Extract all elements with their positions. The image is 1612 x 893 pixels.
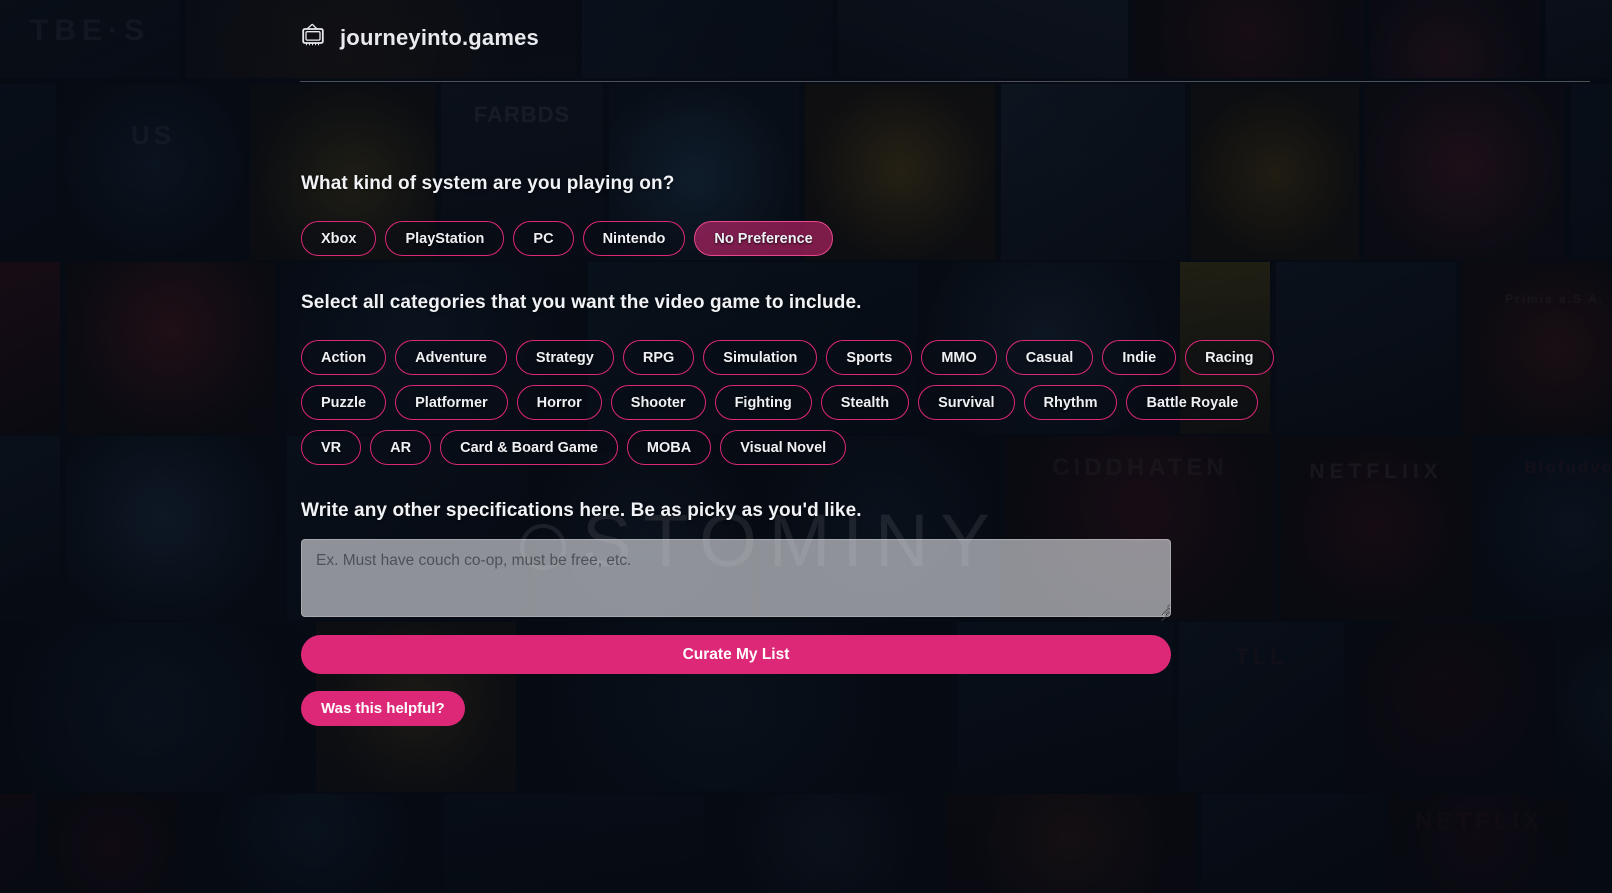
system-option-nintendo[interactable]: Nintendo (582, 221, 686, 256)
category-option-fighting[interactable]: Fighting (714, 385, 812, 420)
was-this-helpful-button[interactable]: Was this helpful? (301, 691, 465, 726)
category-option-racing[interactable]: Racing (1185, 340, 1274, 375)
category-option-survival[interactable]: Survival (918, 385, 1015, 420)
category-option-moba[interactable]: MOBA (626, 430, 712, 465)
system-option-pc[interactable]: PC (513, 221, 574, 256)
category-option-simulation[interactable]: Simulation (703, 340, 818, 375)
category-options-row-1: Action Adventure Strategy RPG Simulation… (301, 340, 1274, 375)
category-option-indie[interactable]: Indie (1102, 340, 1177, 375)
category-option-action[interactable]: Action (301, 340, 387, 375)
category-option-vr[interactable]: VR (301, 430, 362, 465)
category-option-strategy[interactable]: Strategy (515, 340, 614, 375)
category-option-adventure[interactable]: Adventure (395, 340, 507, 375)
category-option-battle-royale[interactable]: Battle Royale (1126, 385, 1259, 420)
category-option-rhythm[interactable]: Rhythm (1023, 385, 1118, 420)
system-option-playstation[interactable]: PlayStation (385, 221, 505, 256)
category-options-row-3: VR AR Card & Board Game MOBA Visual Nove… (301, 430, 847, 465)
category-option-casual[interactable]: Casual (1005, 340, 1094, 375)
specs-question-label: Write any other specifications here. Be … (301, 500, 862, 521)
category-option-shooter[interactable]: Shooter (610, 385, 706, 420)
system-option-xbox[interactable]: Xbox (301, 221, 377, 256)
category-option-sports[interactable]: Sports (826, 340, 913, 375)
category-options-row-2: Puzzle Platformer Horror Shooter Fightin… (301, 385, 1259, 420)
curate-my-list-button[interactable]: Curate My List (301, 635, 1171, 674)
category-option-horror[interactable]: Horror (516, 385, 602, 420)
header-divider (300, 81, 1590, 82)
category-question-label: Select all categories that you want the … (301, 292, 862, 313)
category-option-card-and-board-game[interactable]: Card & Board Game (440, 430, 618, 465)
brand-header: journeyinto.games (300, 22, 539, 53)
system-options-row: Xbox PlayStation PC Nintendo No Preferen… (301, 221, 833, 256)
category-option-platformer[interactable]: Platformer (395, 385, 508, 420)
category-option-stealth[interactable]: Stealth (820, 385, 910, 420)
category-option-mmo[interactable]: MMO (921, 340, 997, 375)
category-option-rpg[interactable]: RPG (622, 340, 695, 375)
category-option-visual-novel[interactable]: Visual Novel (720, 430, 847, 465)
system-option-no-preference[interactable]: No Preference (694, 221, 833, 256)
category-option-ar[interactable]: AR (370, 430, 432, 465)
brand-name: journeyinto.games (340, 24, 539, 50)
app-foreground: journeyinto.games What kind of system ar… (0, 0, 1612, 893)
tv-icon (300, 22, 326, 53)
specs-input[interactable] (301, 539, 1171, 617)
system-question-label: What kind of system are you playing on? (301, 173, 675, 194)
category-option-puzzle[interactable]: Puzzle (301, 385, 387, 420)
